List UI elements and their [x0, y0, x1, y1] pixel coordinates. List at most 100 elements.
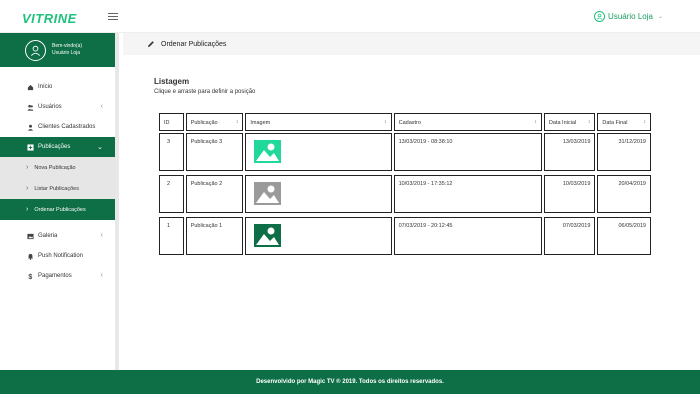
sidebar-nav: Início Usuários ‹ Clientes Cadastrados P…: [0, 77, 115, 286]
bell-icon: [26, 252, 34, 260]
profile-name: Usuário Loja: [52, 50, 81, 56]
image-placeholder-icon: [254, 140, 282, 163]
cell-imagem: [245, 175, 392, 213]
column-header-imagem[interactable]: Imagem ↕: [245, 113, 392, 131]
sort-icon: ↕: [534, 119, 537, 125]
cell-data-final: 20/04/2019: [597, 175, 651, 213]
user-icon: [26, 123, 34, 131]
sidebar: Bem-vindo(a) Usuário Loja Início Usuário…: [0, 33, 119, 370]
chevron-left-icon: ‹: [100, 232, 103, 239]
sidebar-item-label: Pagamentos: [38, 273, 72, 279]
table-row[interactable]: 2 Publicação 2 10/03/2019 - 17:35:12 10/…: [159, 175, 651, 213]
submenu-item-label: Ordenar Publicações: [34, 206, 86, 213]
cell-data-final: 06/05/2019: [597, 217, 651, 255]
column-header-label: Data Inicial: [548, 120, 577, 126]
welcome-text: Bem-vindo(a): [52, 43, 83, 49]
image-placeholder-icon: [254, 224, 282, 247]
sidebar-item-publicacoes[interactable]: Publicações ⌄: [0, 137, 115, 157]
sort-icon: ↕: [235, 119, 239, 125]
image-icon: [26, 232, 34, 240]
submenu-item-label: Nova Publicação: [34, 164, 76, 171]
column-header-label: ID: [164, 120, 170, 126]
cell-cadastro: 07/03/2019 - 20:12:45: [393, 217, 542, 255]
sidebar-item-push-notification[interactable]: Push Notification: [0, 246, 115, 266]
column-header-label: Imagem: [250, 120, 271, 126]
sort-icon: ↕: [587, 119, 591, 125]
listing-title: Listagem: [154, 77, 190, 86]
column-header-label: Data Final: [602, 120, 628, 126]
svg-text:$: $: [28, 274, 32, 280]
menu-toggle-icon[interactable]: [108, 13, 118, 21]
cell-data-inicial: 10/03/2019: [543, 175, 596, 213]
cell-id: 2: [159, 175, 184, 213]
cell-publicacao: Publicação 2: [185, 175, 244, 213]
user-name: Usuário Loja: [608, 12, 653, 21]
publicacoes-submenu: › Nova Publicação › Listar Publicações ›…: [0, 157, 115, 220]
chevron-right-icon: ›: [26, 185, 29, 192]
sidebar-item-label: Push Notification: [38, 253, 84, 259]
cell-imagem: [245, 133, 392, 171]
chevron-down-icon: ⌄: [97, 144, 103, 151]
submenu-item-ordenar-publicacoes[interactable]: › Ordenar Publicações: [0, 199, 115, 220]
cell-publicacao: Publicação 3: [185, 133, 244, 171]
chevron-left-icon: ‹: [100, 272, 103, 279]
listing-subtitle: Clique e arraste para definir a posição: [154, 89, 256, 95]
cell-cadastro: 10/03/2019 - 17:35:12: [393, 175, 542, 213]
sidebar-item-label: Publicações: [38, 144, 71, 150]
chevron-down-icon: ⌄: [657, 14, 663, 20]
sidebar-item-pagamentos[interactable]: $ Pagamentos ‹: [0, 266, 115, 286]
main-content: Listagem Clique e arraste para definir a…: [123, 55, 700, 370]
column-header-data-inicial[interactable]: Data Inicial ↕: [543, 113, 596, 131]
sidebar-item-galeria[interactable]: Galeria ‹: [0, 226, 115, 246]
users-icon: [26, 103, 34, 111]
image-placeholder-icon: [254, 182, 282, 205]
sidebar-item-label: Clientes Cadastrados: [38, 124, 96, 130]
publications-table: ID Publicação ↕ Imagem ↕ Cadastro ↕ Data In…: [157, 111, 653, 257]
cell-data-inicial: 07/03/2019: [543, 217, 596, 255]
submenu-item-nova-publicacao[interactable]: › Nova Publicação: [0, 157, 115, 178]
user-menu[interactable]: Usuário Loja ⌄: [594, 11, 663, 22]
user-avatar-icon: [594, 11, 606, 22]
sidebar-item-clientes[interactable]: Clientes Cadastrados: [0, 117, 115, 137]
cell-cadastro: 13/03/2019 - 08:38:10: [393, 133, 542, 171]
column-header-id[interactable]: ID: [159, 113, 184, 131]
profile-welcome: Bem-vindo(a) Usuário Loja: [52, 43, 82, 57]
sidebar-item-inicio[interactable]: Início: [0, 77, 115, 97]
profile-avatar-icon: [25, 39, 46, 61]
dollar-icon: $: [26, 272, 34, 280]
page-title: Ordenar Publicações: [161, 40, 227, 48]
chevron-right-icon: ›: [26, 164, 29, 171]
pencil-icon: [148, 41, 154, 47]
submenu-item-label: Listar Publicações: [34, 185, 79, 192]
cell-imagem: [245, 217, 392, 255]
column-header-label: Publicação: [190, 120, 218, 126]
sidebar-profile: Bem-vindo(a) Usuário Loja: [0, 33, 115, 67]
footer-text: Desenvolvido por Magic TV ® 2019. Todos …: [256, 379, 444, 385]
column-header-data-final[interactable]: Data Final ↕: [597, 113, 651, 131]
chevron-right-icon: ›: [26, 206, 29, 213]
column-header-cadastro[interactable]: Cadastro ↕: [393, 113, 542, 131]
app-logo[interactable]: VITRINE: [22, 11, 77, 26]
sidebar-item-label: Galeria: [38, 233, 58, 239]
cell-data-inicial: 13/03/2019: [543, 133, 596, 171]
column-header-publicacao[interactable]: Publicação ↕: [185, 113, 244, 131]
breadcrumb: Ordenar Publicações: [123, 33, 700, 55]
top-bar: VITRINE Usuário Loja ⌄: [0, 0, 700, 33]
plus-square-icon: [26, 143, 34, 151]
home-icon: [26, 83, 34, 91]
table-row[interactable]: 1 Publicação 1 07/03/2019 - 20:12:45 07/…: [159, 217, 651, 255]
cell-data-final: 31/12/2019: [597, 133, 651, 171]
cell-publicacao: Publicação 1: [185, 217, 244, 255]
cell-id: 3: [159, 133, 184, 171]
table-header-row: ID Publicação ↕ Imagem ↕ Cadastro ↕ Data In…: [159, 113, 651, 131]
sidebar-item-label: Início: [38, 84, 53, 90]
submenu-item-listar-publicacoes[interactable]: › Listar Publicações: [0, 178, 115, 199]
table-row[interactable]: 3 Publicação 3 13/03/2019 - 08:38:10 13/…: [159, 133, 651, 171]
sidebar-item-usuarios[interactable]: Usuários ‹: [0, 97, 115, 117]
sort-icon: ↕: [384, 119, 387, 125]
footer: Desenvolvido por Magic TV ® 2019. Todos …: [0, 370, 700, 394]
chevron-left-icon: ‹: [100, 103, 103, 110]
sort-icon: ↕: [643, 119, 647, 125]
column-header-label: Cadastro: [398, 120, 421, 126]
cell-id: 1: [159, 217, 184, 255]
